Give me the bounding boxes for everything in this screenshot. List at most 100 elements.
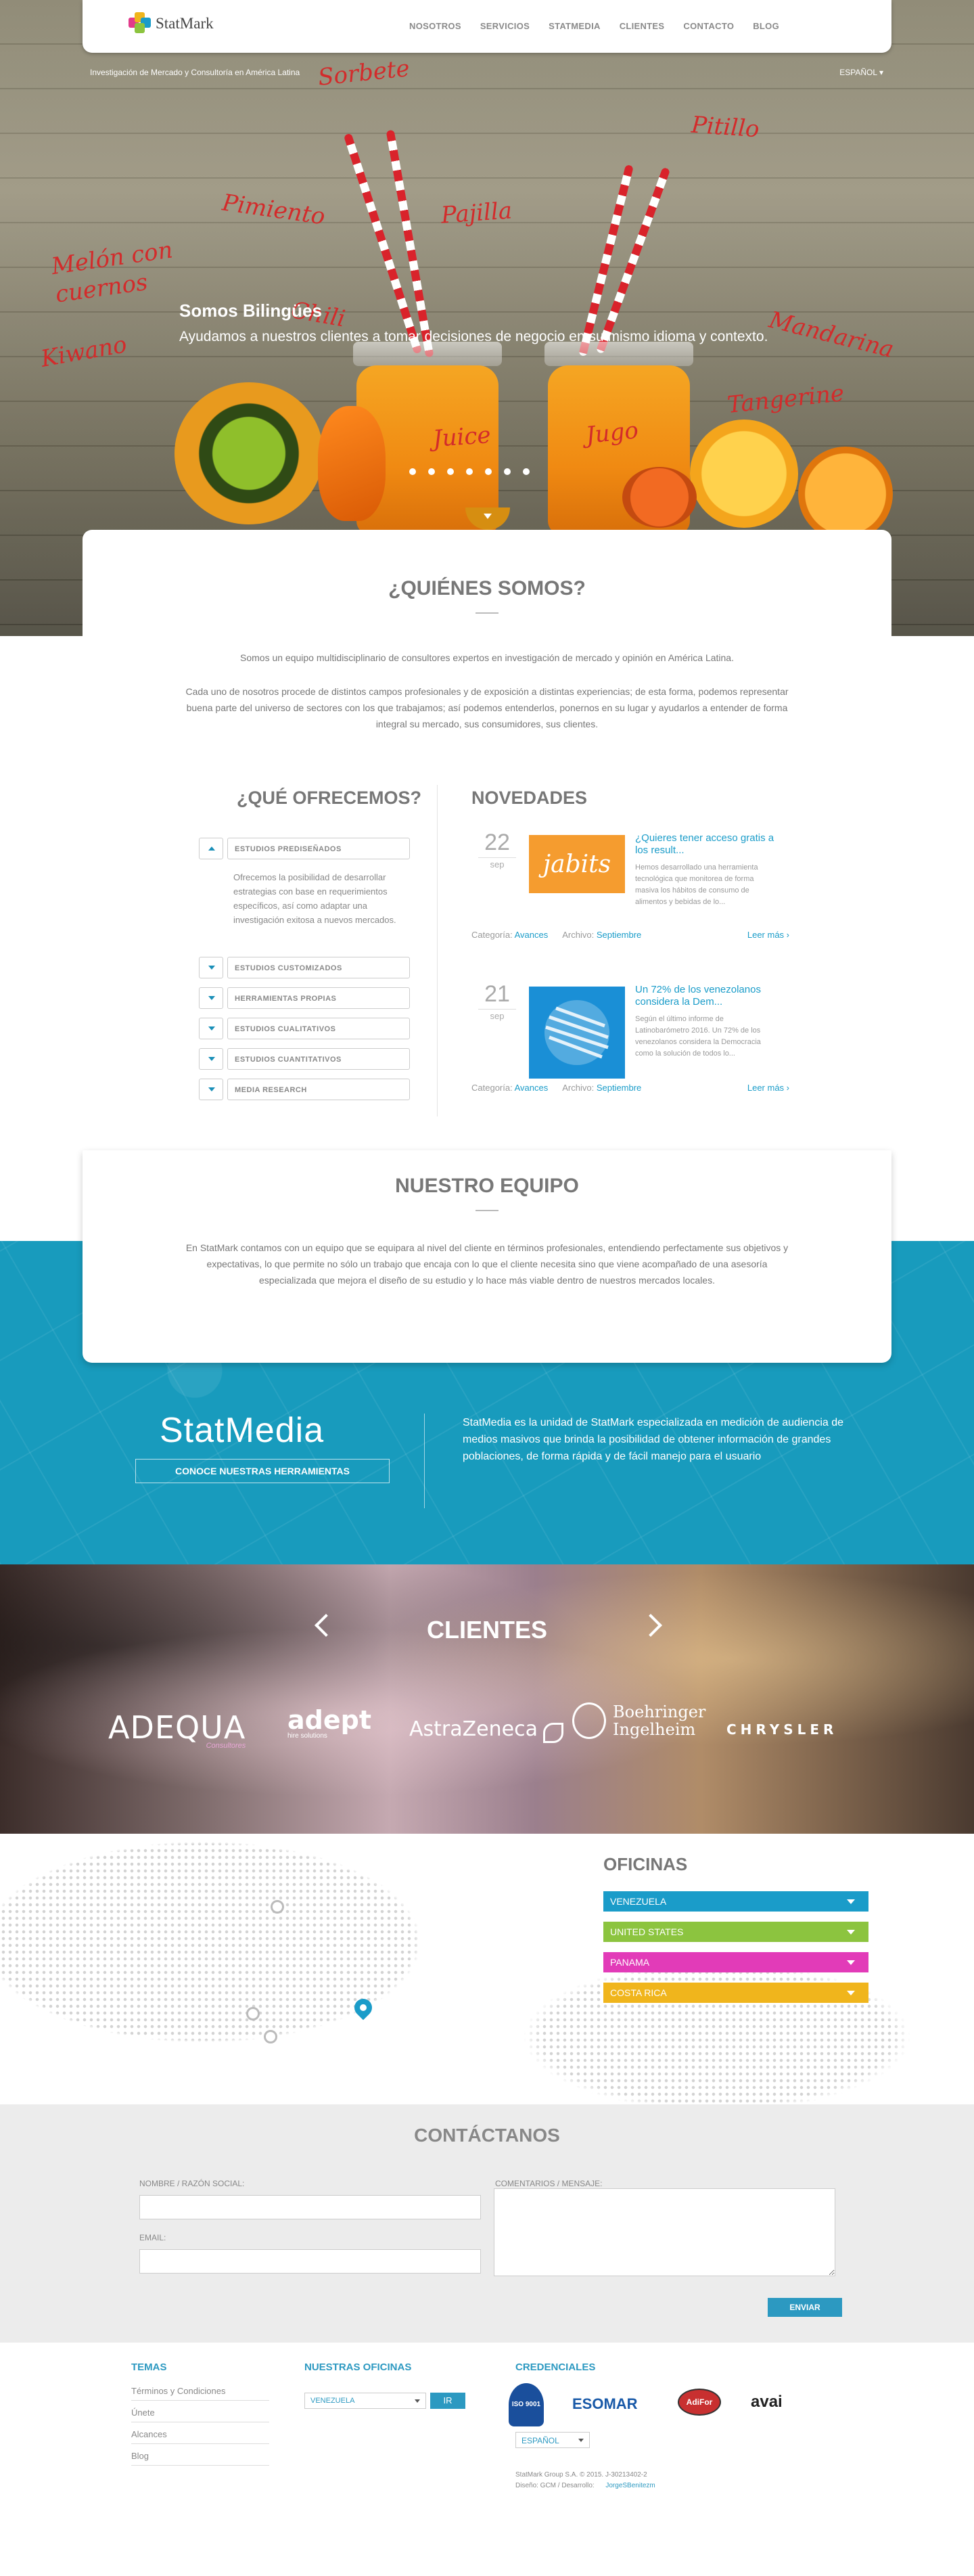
client-logo-boehringer[interactable]: Boehringer Ingelheim — [572, 1702, 714, 1739]
map-marker-us[interactable] — [271, 1900, 284, 1914]
slider-dot[interactable] — [504, 468, 511, 475]
accordion-expanded-text: Ofrecemos la posibilidad de desarrollar … — [233, 872, 396, 925]
read-more-link[interactable]: Leer más › — [747, 930, 789, 940]
clients-blurred-background — [0, 1564, 974, 1834]
language-switcher[interactable]: ESPAÑOL ▾ — [839, 68, 883, 77]
jabits-logo-text: jabits — [542, 850, 611, 878]
news-item: 21 sep Un 72% de los venezolanos conside… — [471, 981, 789, 1103]
accordion-toggle-button[interactable] — [199, 957, 223, 978]
hero-label-juice: Juice — [432, 422, 492, 453]
offer-accordion-item[interactable]: HERRAMIENTAS PROPIAS — [199, 987, 410, 1009]
office-venezuela[interactable]: VENEZUELA — [603, 1891, 868, 1912]
esomar-text: ESOMAR — [572, 2395, 638, 2412]
accordion-item-label[interactable]: ESTUDIOS CUANTITATIVOS — [227, 1048, 410, 1070]
nav-link-servicios[interactable]: SERVICIOS — [471, 21, 539, 31]
name-input[interactable] — [139, 2195, 481, 2219]
caret-down-icon — [847, 1960, 855, 1965]
news-archive-link[interactable]: Septiembre — [597, 1083, 641, 1093]
contact-title: CONTÁCTANOS — [414, 2125, 560, 2146]
accordion-toggle-button[interactable] — [199, 838, 223, 859]
nav-link-blog[interactable]: BLOG — [743, 21, 789, 31]
office-united-states[interactable]: UNITED STATES — [603, 1922, 868, 1942]
nav-link-statmedia[interactable]: STATMEDIA — [539, 21, 610, 31]
avai-text: avai — [751, 2393, 783, 2411]
news-category-link[interactable]: Avances — [515, 1083, 549, 1093]
accordion-item-label[interactable]: MEDIA RESEARCH — [227, 1079, 410, 1100]
read-more-link[interactable]: Leer más › — [747, 1083, 789, 1093]
offices-section: OFICINAS VENEZUELA UNITED STATES PANAMA … — [0, 1834, 974, 2104]
office-name: COSTA RICA — [610, 1987, 667, 1998]
office-costa-rica[interactable]: COSTA RICA — [603, 1983, 868, 2003]
accordion-item-label[interactable]: ESTUDIOS CUSTOMIZADOS — [227, 957, 410, 978]
slider-dot[interactable] — [466, 468, 473, 475]
kiwano-fruit — [175, 382, 323, 524]
news-headline[interactable]: ¿Quieres tener acceso gratis a los resul… — [635, 832, 787, 857]
footer-language-select[interactable]: ESPAÑOL — [515, 2432, 590, 2448]
statmedia-logo: StatMedia — [160, 1411, 325, 1450]
client-logo-chrysler[interactable]: CHRYSLER — [726, 1721, 837, 1738]
accordion-item-label[interactable]: ESTUDIOS CUALITATIVOS — [227, 1018, 410, 1039]
slider-dot[interactable] — [428, 468, 435, 475]
developer-link[interactable]: JorgeSBenitezm — [605, 2482, 655, 2489]
slider-dots — [409, 468, 530, 475]
accordion-toggle-button[interactable] — [199, 1079, 223, 1100]
footer-link-join[interactable]: Únete — [131, 2408, 269, 2422]
offer-accordion-item[interactable]: ESTUDIOS CUANTITATIVOS — [199, 1048, 410, 1070]
office-select[interactable]: VENEZUELA — [304, 2393, 426, 2409]
caret-down-icon — [847, 1991, 855, 1995]
name-label: NOMBRE / RAZÓN SOCIAL: — [139, 2179, 245, 2188]
offer-title: ¿QUÉ OFRECEMOS? — [237, 788, 422, 808]
brand-name: StatMark — [156, 15, 214, 32]
offer-accordion-item[interactable]: MEDIA RESEARCH — [199, 1079, 410, 1100]
news-headline[interactable]: Un 72% de los venezolanos considera la D… — [635, 984, 787, 1008]
boehringer-building-icon — [572, 1702, 606, 1739]
client-logo-astrazeneca[interactable]: AstraZeneca — [409, 1717, 564, 1743]
chevron-down-icon — [208, 1087, 215, 1091]
slider-dot[interactable] — [523, 468, 530, 475]
nav-link-contacto[interactable]: CONTACTO — [674, 21, 743, 31]
contact-section: CONTÁCTANOS NOMBRE / RAZÓN SOCIAL: EMAIL… — [0, 2104, 974, 2343]
map-marker-panama[interactable] — [264, 2030, 277, 2043]
offices-title: OFICINAS — [603, 1854, 688, 1874]
slider-dot[interactable] — [409, 468, 416, 475]
hero-title: Somos Bilingües — [179, 300, 322, 321]
news-meta: Categoría: Avances Archivo: Septiembre L… — [471, 1083, 789, 1093]
news-category-link[interactable]: Avances — [515, 930, 549, 940]
adifor-text: AdiFor — [686, 2397, 713, 2407]
send-button[interactable]: ENVIAR — [768, 2298, 842, 2317]
offer-accordion-item[interactable]: ESTUDIOS PREDISEÑADOS — [199, 838, 410, 859]
slider-dot[interactable] — [485, 468, 492, 475]
nav-link-clientes[interactable]: CLIENTES — [610, 21, 674, 31]
news-thumbnail-jabits[interactable]: jabits — [529, 835, 625, 893]
news-thumbnail-latinobarometro[interactable] — [529, 987, 625, 1079]
accordion-toggle-button[interactable] — [199, 987, 223, 1009]
client-logo-adept[interactable]: adept hire solutions — [287, 1705, 371, 1740]
accordion-toggle-button[interactable] — [199, 1048, 223, 1070]
statmedia-tools-button[interactable]: CONOCE NUESTRAS HERRAMIENTAS — [135, 1459, 390, 1483]
offer-accordion-item[interactable]: ESTUDIOS CUALITATIVOS — [199, 1018, 410, 1039]
news-meta: Categoría: Avances Archivo: Septiembre L… — [471, 930, 789, 940]
message-textarea[interactable] — [494, 2188, 835, 2276]
map-marker-costa-rica[interactable] — [246, 2007, 260, 2020]
news-archive-link[interactable]: Septiembre — [597, 930, 641, 940]
who-paragraph-1: Somos un equipo multidisciplinario de co… — [240, 652, 734, 663]
news-date: 22 sep — [478, 830, 516, 869]
offer-accordion-item[interactable]: ESTUDIOS CUSTOMIZADOS — [199, 957, 410, 978]
email-input[interactable] — [139, 2249, 481, 2274]
who-paragraph-2: Cada uno de nosotros procede de distinto… — [185, 686, 789, 729]
footer-link-blog[interactable]: Blog — [131, 2451, 269, 2466]
chevron-down-icon — [208, 966, 215, 970]
footer-link-terms[interactable]: Términos y Condiciones — [131, 2386, 269, 2401]
client-logo-adequa[interactable]: ADEQUA Consultores — [108, 1709, 246, 1750]
accordion-toggle-button[interactable] — [199, 1018, 223, 1039]
office-panama[interactable]: PANAMA — [603, 1952, 868, 1972]
footer-link-scope[interactable]: Alcances — [131, 2429, 269, 2444]
nav-link-nosotros[interactable]: NOSOTROS — [400, 21, 471, 31]
slider-dot[interactable] — [447, 468, 454, 475]
office-go-button[interactable]: IR — [430, 2393, 465, 2409]
email-label: EMAIL: — [139, 2233, 166, 2242]
brand-logo[interactable]: StatMark — [129, 12, 214, 35]
accordion-item-label[interactable]: ESTUDIOS PREDISEÑADOS — [227, 838, 410, 859]
office-name: VENEZUELA — [610, 1896, 667, 1907]
accordion-item-label[interactable]: HERRAMIENTAS PROPIAS — [227, 987, 410, 1009]
